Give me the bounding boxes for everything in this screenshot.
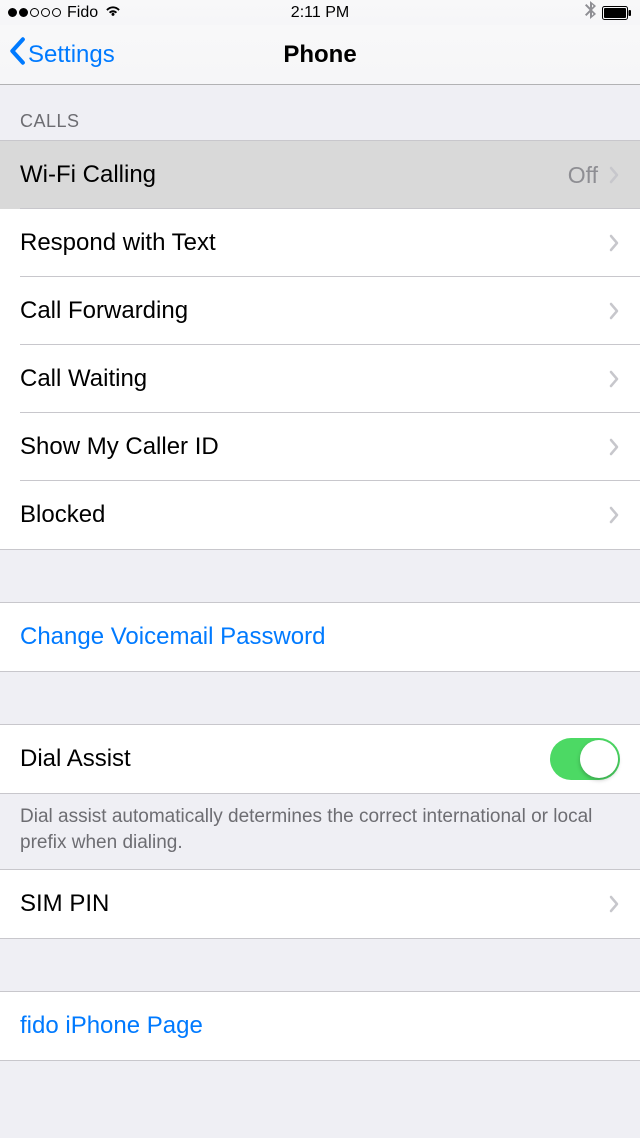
voicemail-group: Change Voicemail Password: [0, 602, 640, 672]
carrier-label: Fido: [67, 4, 98, 22]
cell-label: fido iPhone Page: [20, 1012, 620, 1040]
sim-pin-group: SIM PIN: [0, 869, 640, 939]
chevron-right-icon: [608, 506, 620, 524]
chevron-left-icon: [8, 37, 26, 72]
wifi-calling-cell[interactable]: Wi-Fi Calling Off: [0, 141, 640, 209]
respond-with-text-cell[interactable]: Respond with Text: [0, 209, 640, 277]
call-forwarding-cell[interactable]: Call Forwarding: [0, 277, 640, 345]
cell-label: SIM PIN: [20, 890, 608, 918]
cell-label: Wi-Fi Calling: [20, 161, 568, 189]
chevron-right-icon: [608, 370, 620, 388]
sim-pin-cell[interactable]: SIM PIN: [0, 870, 640, 938]
change-voicemail-password-cell[interactable]: Change Voicemail Password: [0, 603, 640, 671]
chevron-right-icon: [608, 438, 620, 456]
cell-label: Blocked: [20, 501, 608, 529]
carrier-page-cell[interactable]: fido iPhone Page: [0, 992, 640, 1060]
call-waiting-cell[interactable]: Call Waiting: [0, 345, 640, 413]
back-button[interactable]: Settings: [8, 37, 115, 72]
cell-label: Show My Caller ID: [20, 433, 608, 461]
nav-bar: Settings Phone: [0, 25, 640, 85]
section-header-calls: CALLS: [0, 85, 640, 140]
status-time: 2:11 PM: [291, 4, 349, 22]
page-title: Phone: [283, 41, 356, 69]
dial-assist-cell[interactable]: Dial Assist: [0, 725, 640, 793]
cell-label: Change Voicemail Password: [20, 623, 620, 651]
carrier-page-group: fido iPhone Page: [0, 991, 640, 1061]
cell-label: Dial Assist: [20, 745, 550, 773]
dial-assist-footer: Dial assist automatically determines the…: [0, 794, 640, 869]
show-caller-id-cell[interactable]: Show My Caller ID: [0, 413, 640, 481]
wifi-icon: [104, 3, 122, 22]
status-bar: Fido 2:11 PM: [0, 0, 640, 25]
chevron-right-icon: [608, 895, 620, 913]
cell-label: Respond with Text: [20, 229, 608, 257]
cell-label: Call Waiting: [20, 365, 608, 393]
calls-group: Wi-Fi Calling Off Respond with Text Call…: [0, 140, 640, 550]
cell-label: Call Forwarding: [20, 297, 608, 325]
back-label: Settings: [28, 41, 115, 69]
dial-assist-group: Dial Assist: [0, 724, 640, 794]
cell-value: Off: [568, 162, 598, 189]
chevron-right-icon: [608, 166, 620, 184]
blocked-cell[interactable]: Blocked: [0, 481, 640, 549]
bluetooth-icon: [585, 1, 596, 24]
chevron-right-icon: [608, 234, 620, 252]
battery-icon: [602, 6, 632, 20]
signal-strength-icon: [8, 8, 61, 17]
chevron-right-icon: [608, 302, 620, 320]
dial-assist-toggle[interactable]: [550, 738, 620, 780]
